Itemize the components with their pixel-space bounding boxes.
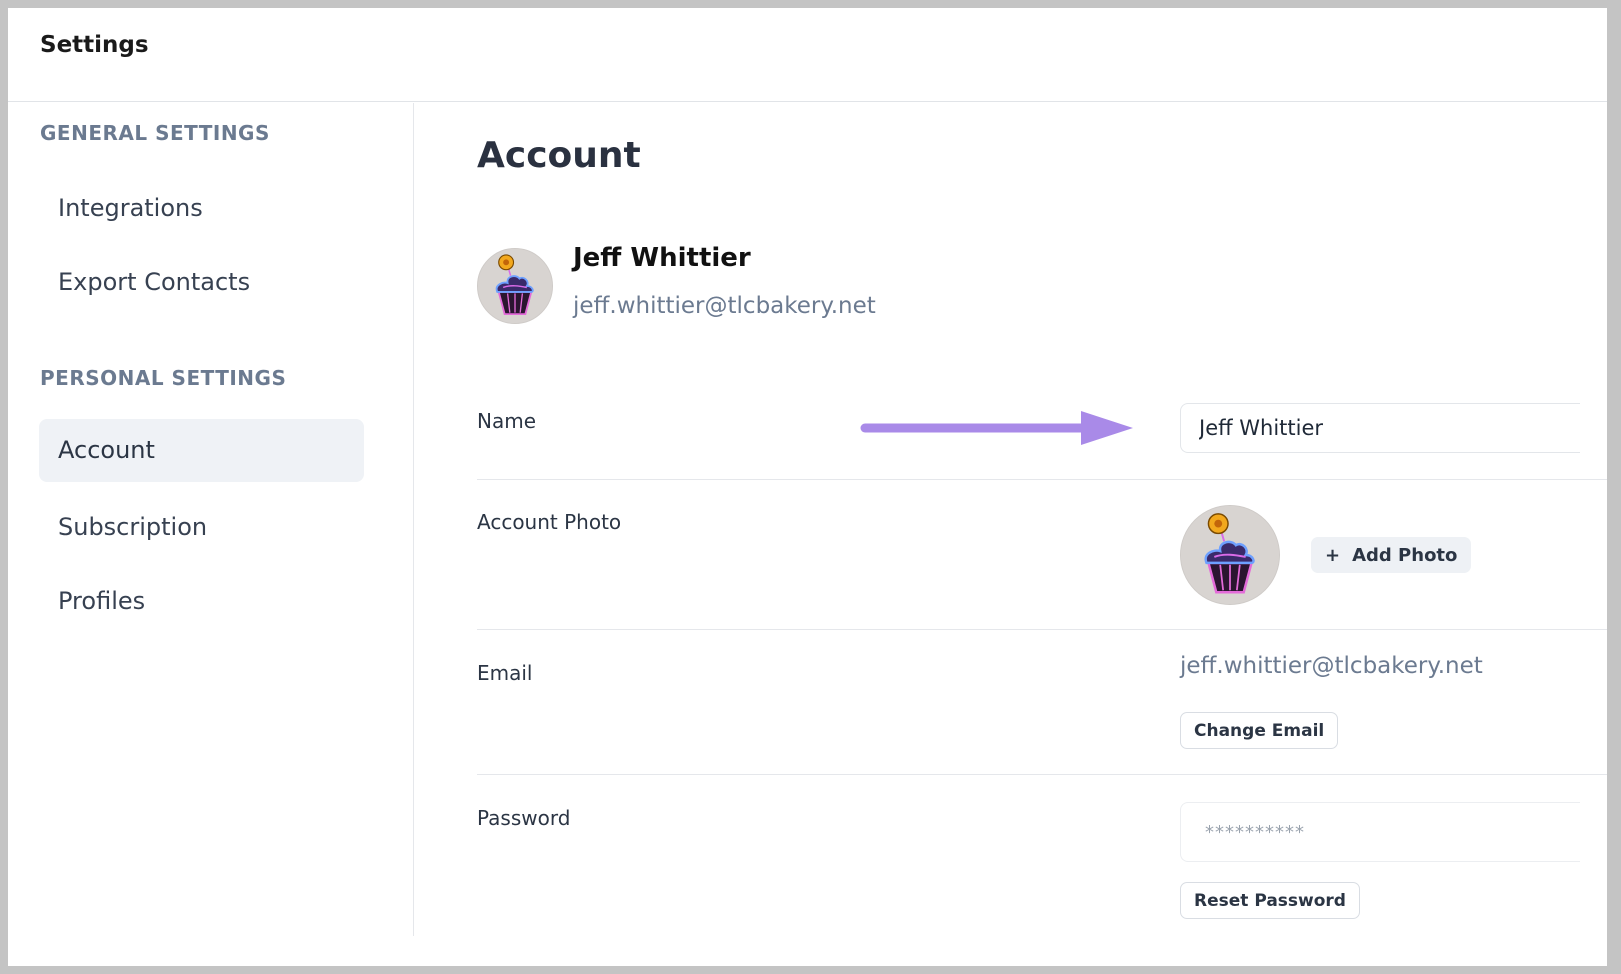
add-photo-label: Add Photo — [1352, 544, 1458, 566]
sidebar-item-integrations[interactable]: Integrations — [39, 177, 364, 240]
reset-password-button[interactable]: Reset Password — [1180, 882, 1360, 919]
password-label: Password — [477, 806, 571, 830]
cupcake-icon — [478, 249, 552, 323]
profile-avatar — [477, 248, 553, 324]
name-label: Name — [477, 409, 537, 433]
main-content: Account Jeff Whittier jeff.whittier@tlcb… — [415, 103, 1607, 966]
sidebar-item-profiles[interactable]: Profiles — [39, 570, 364, 633]
general-settings-heading: GENERAL SETTINGS — [40, 121, 270, 145]
plus-icon: + — [1325, 544, 1341, 566]
sidebar-item-export-contacts[interactable]: Export Contacts — [39, 251, 364, 314]
cupcake-icon — [1181, 506, 1279, 604]
page-title: Account — [477, 135, 641, 176]
row-divider — [477, 629, 1607, 630]
row-divider — [477, 479, 1607, 480]
top-bar: Settings — [8, 8, 1607, 102]
app-title: Settings — [40, 32, 149, 58]
sidebar: GENERAL SETTINGS Integrations Export Con… — [8, 103, 414, 936]
personal-settings-heading: PERSONAL SETTINGS — [40, 366, 287, 390]
sidebar-item-subscription[interactable]: Subscription — [39, 496, 364, 559]
change-email-button[interactable]: Change Email — [1180, 712, 1339, 749]
settings-window: Settings GENERAL SETTINGS Integrations E… — [0, 0, 1621, 974]
profile-name: Jeff Whittier — [573, 243, 751, 273]
account-photo-label: Account Photo — [477, 510, 622, 534]
row-divider — [477, 774, 1607, 775]
name-input[interactable] — [1180, 403, 1580, 453]
email-value: jeff.whittier@tlcbakery.net — [1180, 653, 1483, 679]
profile-email: jeff.whittier@tlcbakery.net — [573, 293, 876, 319]
arrow-annotation — [860, 411, 1133, 445]
password-field[interactable] — [1180, 802, 1580, 862]
sidebar-item-account[interactable]: Account — [39, 419, 364, 482]
add-photo-button[interactable]: + Add Photo — [1311, 537, 1472, 573]
email-label: Email — [477, 661, 533, 685]
account-photo — [1180, 505, 1280, 605]
